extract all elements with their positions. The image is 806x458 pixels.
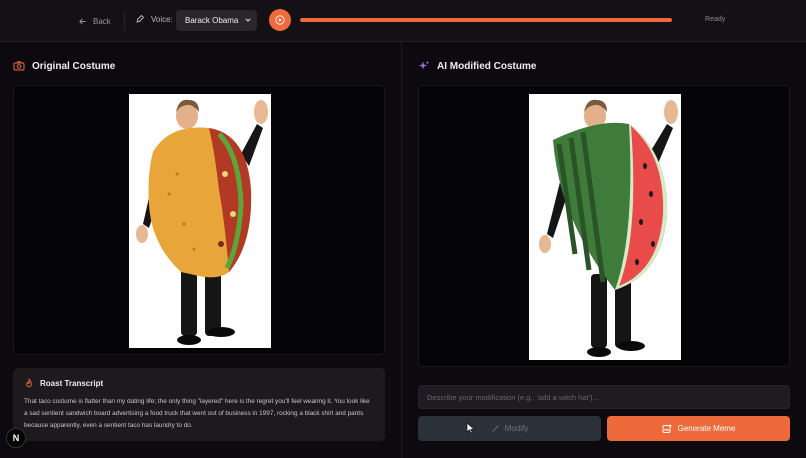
status-text: Ready [705,16,726,23]
play-icon [275,15,285,25]
flame-icon [26,378,32,388]
sparkles-icon [419,61,430,70]
modification-input[interactable] [418,385,790,409]
topbar-divider [124,12,125,30]
mouse-cursor-icon [466,422,475,434]
audio-progress-bar[interactable] [300,18,672,22]
back-button[interactable]: Back [78,13,111,29]
modify-button[interactable]: Modify [418,416,601,441]
image-plus-icon [662,424,672,433]
audio-progress-fill [300,18,672,22]
roast-transcript-card: Roast Transcript That taco costume is fl… [13,368,385,441]
original-costume-title: Original Costume [32,60,116,72]
original-image-frame [13,85,385,355]
voice-label-text: Voice: [151,14,173,24]
original-costume-heading: Original Costume [13,60,115,72]
top-bar: Back Voice: Barack Obama Ready [0,0,806,42]
magic-wand-icon [492,424,499,432]
transcript-title: Roast Transcript [40,378,104,388]
camera-icon [13,61,25,71]
generate-meme-label: Generate Meme [677,424,736,433]
back-label: Back [93,16,111,26]
panel-divider [401,42,402,458]
modified-costume-heading: AI Modified Costume [418,60,536,72]
voice-select[interactable]: Barack Obama [176,10,257,31]
transcript-header: Roast Transcript [24,378,374,388]
modify-label: Modify [504,424,529,433]
transcript-text: That taco costume is flatter than my dat… [24,398,370,429]
arrow-left-icon [79,18,86,24]
framework-badge[interactable]: N [6,428,26,448]
taco-costume-illustration [129,94,271,348]
original-costume-image [129,94,271,348]
play-button[interactable] [269,9,291,31]
modified-image-frame [418,85,790,367]
generate-meme-button[interactable]: Generate Meme [607,416,790,441]
microphone-icon [136,15,144,23]
modified-costume-title: AI Modified Costume [437,60,537,72]
voice-label: Voice: [135,14,173,24]
modified-costume-image [529,94,681,360]
watermelon-costume-illustration [529,94,681,360]
voice-selected-value: Barack Obama [185,16,239,25]
chevron-down-icon [245,18,251,22]
